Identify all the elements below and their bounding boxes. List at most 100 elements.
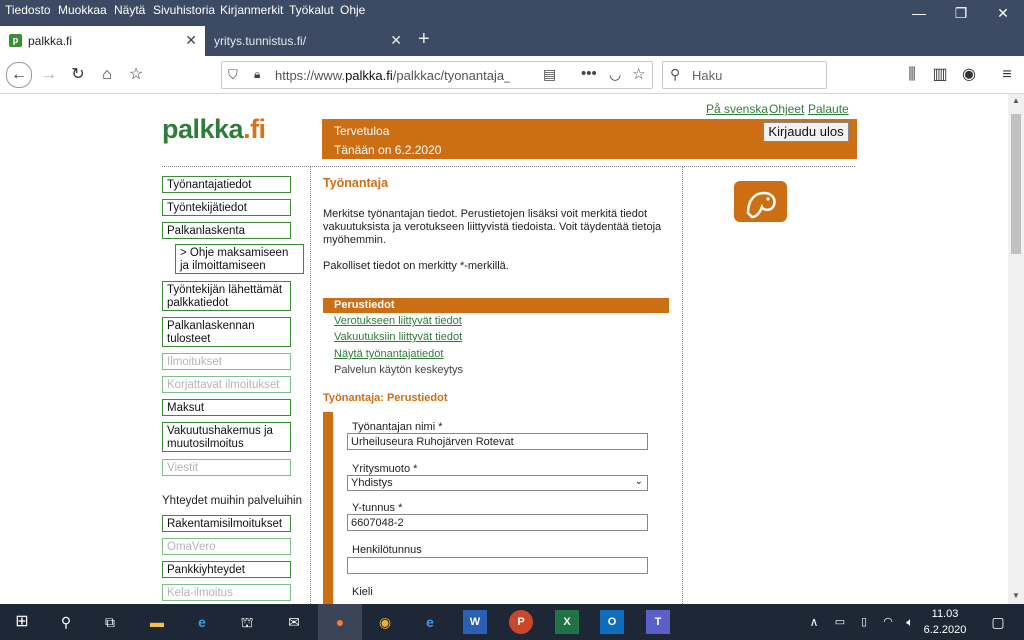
sidebar-item-omavero: OmaVero xyxy=(162,538,291,555)
search-icon: ⚲ xyxy=(670,66,681,82)
menu-nayta[interactable]: Näytä xyxy=(114,3,145,17)
task-view-icon[interactable]: ⧉ xyxy=(98,610,122,634)
chevron-down-icon: ⌄ xyxy=(634,476,643,487)
system-clock[interactable]: 11.03 6.2.2020 xyxy=(921,606,969,638)
new-tab-icon[interactable]: + xyxy=(418,28,430,51)
menu-kirjanmerkit[interactable]: Kirjanmerkit xyxy=(220,3,283,17)
bookmark-star-icon[interactable]: ☆ xyxy=(124,63,148,87)
scroll-thumb[interactable] xyxy=(1011,114,1021,254)
ytunnus-field[interactable]: 6607048-2 xyxy=(347,514,648,531)
pocket-icon[interactable]: ◡ xyxy=(609,66,621,83)
close-tab-icon[interactable]: ✕ xyxy=(390,32,402,49)
link-pa-svenska[interactable]: På svenska xyxy=(706,102,768,116)
library-icon[interactable]: ⫼ xyxy=(900,63,924,87)
mascot-icon xyxy=(734,181,787,222)
tab-palkka[interactable]: p palkka.fi ✕ xyxy=(0,26,205,56)
employer-name-field[interactable]: Urheiluseura Ruhojärven Rotevat xyxy=(347,433,648,450)
reader-view-icon[interactable]: ▤ xyxy=(543,66,556,83)
lock-icon[interactable]: 🔒︎ xyxy=(254,67,260,82)
url-bar[interactable]: ⛉ 🔒︎ https://www.palkka.fi/palkkac/tyona… xyxy=(221,61,653,89)
teams-icon[interactable]: T xyxy=(646,610,670,634)
menu-muokkaa[interactable]: Muokkaa xyxy=(58,3,107,17)
menu-sivuhistoria[interactable]: Sivuhistoria xyxy=(153,3,215,17)
tray-overflow-icon[interactable]: ∧ xyxy=(802,610,826,634)
welcome-text: Tervetuloa xyxy=(334,124,390,138)
back-icon[interactable]: ← xyxy=(6,62,32,88)
sidebar-heading: Yhteydet muihin palveluihin xyxy=(162,495,303,507)
form-title: Työnantaja: Perustiedot xyxy=(323,392,448,404)
close-tab-icon[interactable]: ✕ xyxy=(185,32,197,49)
henkilotunnus-label: Henkilötunnus xyxy=(352,544,422,556)
sidebar-item-tyontekijatiedot[interactable]: Työntekijätiedot xyxy=(162,199,291,216)
sidebar-item-vakuutushakemus[interactable]: Vakuutushakemus ja muutosilmoitus xyxy=(162,422,291,452)
sidebar-item-maksut[interactable]: Maksut xyxy=(162,399,291,416)
reload-icon[interactable]: ↻ xyxy=(66,63,90,87)
page-actions-icon[interactable]: ••• xyxy=(581,65,597,82)
windows-start-icon[interactable]: ⊞ xyxy=(10,610,34,634)
company-type-label: Yritysmuoto * xyxy=(352,463,418,475)
bookmark-page-icon[interactable]: ☆ xyxy=(632,65,645,83)
ytunnus-label: Y-tunnus * xyxy=(352,502,403,514)
logout-button[interactable]: Kirjaudu ulos xyxy=(763,122,849,142)
palkka-logo[interactable]: palkka.fi xyxy=(162,114,266,145)
link-nayta-tyonantajatiedot[interactable]: Näytä työnantajatiedot xyxy=(334,348,443,360)
shield-icon[interactable]: ⛉ xyxy=(228,67,238,83)
link-palaute[interactable]: Palaute xyxy=(808,102,849,116)
sidebar-icon[interactable]: ▥ xyxy=(928,63,952,87)
search-input[interactable]: ⚲ Haku xyxy=(662,61,827,89)
network-icon[interactable]: ▯ xyxy=(852,610,876,634)
search-icon[interactable]: ⚲ xyxy=(54,610,78,634)
edge-icon[interactable]: e xyxy=(190,610,214,634)
wifi-icon[interactable]: ◠ xyxy=(876,610,900,634)
volume-icon[interactable]: 🔈︎ xyxy=(898,610,922,634)
scroll-up-icon[interactable]: ▲ xyxy=(1012,96,1020,105)
search-placeholder: Haku xyxy=(692,68,723,83)
url-text: https://www.palkka.fi/palkkac/tyonantaja… xyxy=(275,68,510,83)
notifications-icon[interactable]: ▢ xyxy=(986,610,1010,634)
store-icon[interactable]: ⛫ xyxy=(235,610,259,634)
company-type-select[interactable]: Yhdistys ⌄ xyxy=(347,475,648,491)
outlook-icon[interactable]: O xyxy=(600,610,624,634)
clock-time: 11.03 xyxy=(931,608,959,620)
internet-explorer-icon[interactable]: e xyxy=(418,610,442,634)
henkilotunnus-field[interactable] xyxy=(347,557,648,574)
menu-ohje[interactable]: Ohje xyxy=(340,3,365,17)
section-perustiedot[interactable]: Perustiedot xyxy=(323,298,669,313)
word-icon[interactable]: W xyxy=(463,610,487,634)
hamburger-menu-icon[interactable]: ≡ xyxy=(995,63,1019,87)
excel-icon[interactable]: X xyxy=(555,610,579,634)
tab-tunnistus[interactable]: yritys.tunnistus.fi/ ✕ xyxy=(206,26,410,56)
account-icon[interactable]: ◉ xyxy=(957,63,981,87)
sidebar-item-pankkiyhteydet[interactable]: Pankkiyhteydet xyxy=(162,561,291,578)
sidebar-item-tyonantajatiedot[interactable]: Työnantajatiedot xyxy=(162,176,291,193)
forward-icon[interactable]: → xyxy=(37,63,61,87)
link-ohjeet[interactable]: Ohjeet xyxy=(769,102,804,116)
sidebar-item-ilmoitukset: Ilmoitukset xyxy=(162,353,291,370)
sidebar-item-lahettamat-palkkatiedot[interactable]: Työntekijän lähettämät palkkatiedot xyxy=(162,281,291,311)
battery-icon[interactable]: ▭ xyxy=(828,610,852,634)
employer-name-label: Työnantajan nimi * xyxy=(352,421,443,433)
page-title: Työnantaja xyxy=(323,176,389,190)
web-page: På svenska Ohjeet Palaute palkka.fi Terv… xyxy=(0,94,1024,604)
link-vakuutukset[interactable]: Vakuutuksiin liittyvät tiedot xyxy=(334,331,462,343)
powerpoint-icon[interactable]: P xyxy=(509,610,533,634)
sidebar-item-ohje-maksamiseen[interactable]: > Ohje maksamiseen ja ilmoittamiseen xyxy=(175,244,304,274)
welcome-banner: Tervetuloa Tänään on 6.2.2020 Kirjaudu u… xyxy=(322,119,857,159)
tab-title: yritys.tunnistus.fi/ xyxy=(214,34,307,48)
navigation-bar: ← → ↻ ⌂ ☆ ⛉ 🔒︎ https://www.palkka.fi/pal… xyxy=(0,56,1024,94)
firefox-icon[interactable]: ● xyxy=(328,610,352,634)
scroll-down-icon[interactable]: ▼ xyxy=(1012,591,1020,600)
palkka-favicon-icon: p xyxy=(9,34,22,47)
sidebar-item-rakentamisilmoitukset[interactable]: Rakentamisilmoitukset xyxy=(162,515,291,532)
sidebar-item-palkanlaskenta[interactable]: Palkanlaskenta xyxy=(162,222,291,239)
link-verotus[interactable]: Verotukseen liittyvät tiedot xyxy=(334,315,462,327)
menu-tyokalut[interactable]: Työkalut xyxy=(289,3,334,17)
file-explorer-icon[interactable]: ▬ xyxy=(145,610,169,634)
menu-tiedosto[interactable]: Tiedosto xyxy=(5,3,51,17)
required-note: Pakolliset tiedot on merkitty *-merkillä… xyxy=(323,260,509,272)
home-icon[interactable]: ⌂ xyxy=(95,63,119,87)
chrome-icon[interactable]: ◉ xyxy=(373,610,397,634)
sidebar-item-tulosteet[interactable]: Palkanlaskennan tulosteet xyxy=(162,317,291,347)
page-scrollbar[interactable]: ▲ ▼ xyxy=(1008,94,1024,604)
mail-icon[interactable]: ✉ xyxy=(282,610,306,634)
